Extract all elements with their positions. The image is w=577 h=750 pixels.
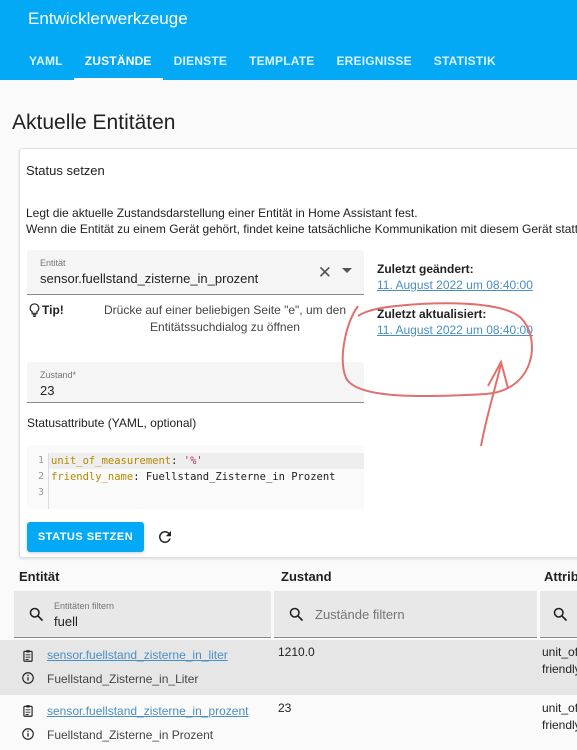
yaml-colon: :: [171, 455, 184, 467]
entity-id-link[interactable]: sensor.fuellstand_zisterne_in_prozent: [47, 704, 248, 718]
set-state-button[interactable]: STATUS SETZEN: [27, 522, 144, 552]
refresh-icon[interactable]: [156, 528, 174, 546]
tab-statistics[interactable]: STATISTIK: [423, 46, 507, 80]
tab-services[interactable]: DIENSTE: [163, 46, 238, 80]
tip-label: Tip!: [42, 303, 64, 317]
line-number: 2: [37, 471, 44, 482]
state-filter-placeholder: Zustände filtern: [315, 607, 405, 622]
attribute-line: friendly: [542, 718, 577, 732]
yaml-key: unit_of_measurement: [51, 455, 172, 467]
search-icon: [29, 607, 44, 622]
set-state-card: Status setzen Legt die aktuelle Zustands…: [19, 148, 577, 558]
friendly-name: Fuellstand_Zisterne_in Prozent: [47, 728, 214, 742]
clipboard-icon[interactable]: [21, 649, 35, 663]
line-number: 1: [37, 455, 44, 466]
state-value: 23: [278, 701, 292, 715]
yaml-key: friendly_name: [51, 471, 134, 483]
tab-events[interactable]: EREIGNISSE: [325, 46, 422, 80]
entity-id-link[interactable]: sensor.fuellstand_zisterne_in_liter: [47, 648, 228, 662]
attributes-value: unit_of friendly: [542, 700, 577, 734]
state-field-value[interactable]: 23: [40, 383, 54, 398]
entity-picker[interactable]: Entität sensor.fuellstand_zisterne_in_pr…: [27, 250, 364, 295]
search-icon: [289, 607, 304, 622]
entity-field-label: Entität: [40, 258, 66, 268]
code-line[interactable]: unit_of_measurement: '%': [49, 453, 364, 469]
last-updated-link[interactable]: 11. August 2022 um 08:40:00: [377, 323, 533, 337]
tip-text: Drücke auf einer beliebigen Seite "e", u…: [104, 303, 346, 334]
code-line[interactable]: friendly_name: Fuellstand_Zisterne_in Pr…: [49, 469, 364, 485]
search-icon: [553, 607, 568, 622]
attributes-title: Statusattribute (YAML, optional): [27, 416, 197, 430]
lightbulb-icon: [29, 303, 40, 318]
yaml-colon: :: [133, 471, 146, 483]
col-header-state[interactable]: Zustand: [281, 569, 332, 584]
state-filter[interactable]: Zustände filtern: [274, 591, 537, 638]
tab-template[interactable]: TEMPLATE: [238, 46, 325, 80]
info-icon[interactable]: [21, 671, 35, 685]
state-field-label: Zustand*: [40, 370, 77, 380]
description-line-1: Legt die aktuelle Zustandsdarstellung ei…: [26, 206, 418, 220]
tab-yaml[interactable]: YAML: [18, 46, 74, 80]
code-lines[interactable]: unit_of_measurement: '%' friendly_name: …: [49, 453, 364, 501]
col-header-entity[interactable]: Entität: [19, 569, 59, 584]
tab-states[interactable]: ZUSTÄNDE: [73, 46, 163, 80]
entity-field-value[interactable]: sensor.fuellstand_zisterne_in_prozent: [40, 271, 258, 286]
state-input[interactable]: Zustand* 23: [27, 362, 364, 403]
page-title: Aktuelle Entitäten: [12, 111, 176, 134]
attribute-line: unit_of: [542, 645, 577, 659]
code-line[interactable]: [49, 485, 364, 501]
last-changed-link[interactable]: 11. August 2022 um 08:40:00: [377, 278, 533, 292]
state-value: 1210.0: [278, 645, 315, 659]
col-header-attributes[interactable]: Attrib: [544, 569, 577, 584]
yaml-value: '%': [183, 455, 203, 467]
table-row: sensor.fuellstand_zisterne_in_prozent Fu…: [0, 696, 577, 750]
description-line-2: Wenn die Entität zu einem Gerät gehört, …: [26, 222, 577, 236]
table-row: sensor.fuellstand_zisterne_in_liter Fuel…: [0, 640, 577, 695]
last-updated-label: Zuletzt aktualisiert:: [377, 307, 487, 321]
attribute-line: unit_of: [542, 701, 577, 715]
info-icon[interactable]: [21, 727, 35, 741]
friendly-name: Fuellstand_Zisterne_in_Liter: [47, 672, 199, 686]
app-title: Entwicklerwerkzeuge: [28, 9, 188, 28]
line-gutter: 1 2 3: [27, 453, 49, 509]
attributes-filter[interactable]: [540, 591, 577, 638]
entity-filter[interactable]: Entitäten filtern fuell: [14, 591, 271, 638]
card-description: Legt die aktuelle Zustandsdarstellung ei…: [26, 205, 577, 237]
card-header: Status setzen: [26, 163, 105, 178]
chevron-down-icon[interactable]: [342, 268, 352, 273]
entity-filter-label: Entitäten filtern: [54, 601, 115, 611]
tab-bar: YAML ZUSTÄNDE DIENSTE TEMPLATE EREIGNISS…: [18, 46, 507, 80]
yaml-editor[interactable]: 1 2 3 unit_of_measurement: '%' friendly_…: [27, 445, 364, 509]
clipboard-icon[interactable]: [21, 704, 35, 718]
attribute-line: friendly: [542, 662, 577, 676]
last-changed-label: Zuletzt geändert:: [377, 262, 474, 276]
app-toolbar: Entwicklerwerkzeuge YAML ZUSTÄNDE DIENST…: [0, 0, 577, 80]
entity-filter-value[interactable]: fuell: [54, 614, 78, 629]
attributes-value: unit_of friendly: [542, 644, 577, 678]
close-icon[interactable]: ✕: [318, 264, 332, 281]
tip: Tip!: [28, 303, 64, 318]
line-number: 3: [37, 487, 44, 498]
yaml-value: Fuellstand_Zisterne_in Prozent: [145, 471, 336, 483]
